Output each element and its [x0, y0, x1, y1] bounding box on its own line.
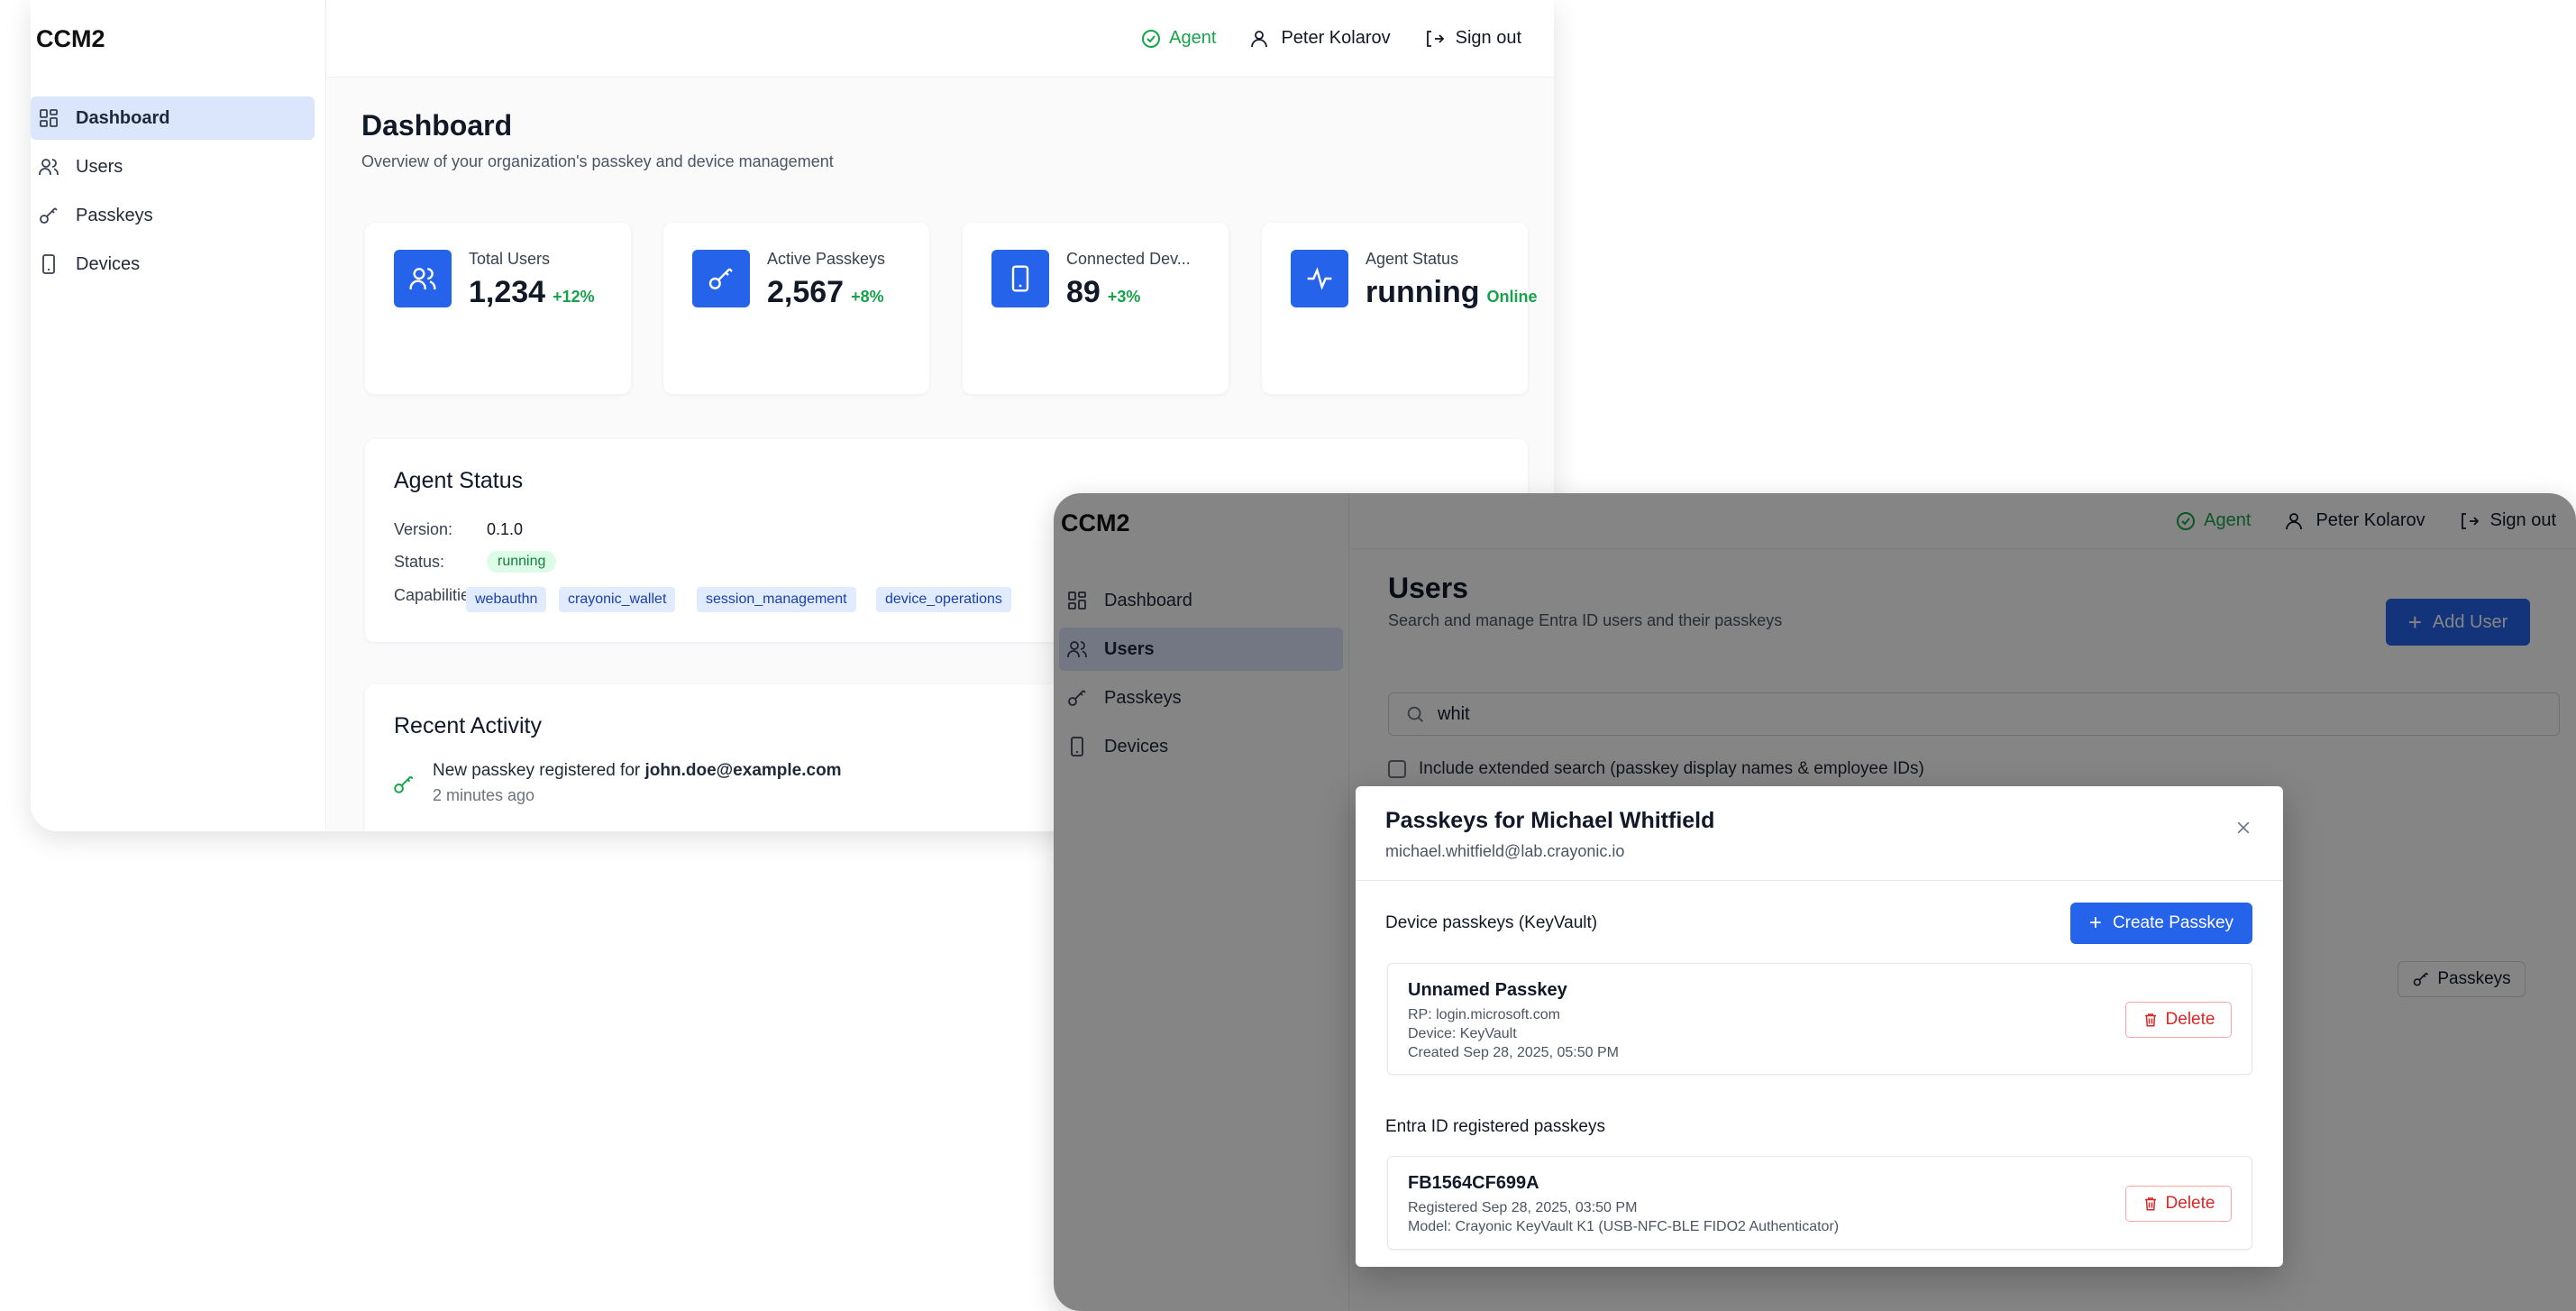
agent-status-link[interactable]: Agent [1140, 28, 1216, 50]
stat-label: Connected Dev... [1066, 250, 1191, 268]
activity-text: New passkey registered for john.doe@exam… [433, 761, 842, 781]
entra-section-title: Entra ID registered passkeys [1385, 1117, 1605, 1136]
passkey-name: Unnamed Passkey [1408, 980, 1567, 1000]
stat-delta: Online [1486, 288, 1538, 306]
delete-label: Delete [2165, 1194, 2215, 1213]
sidebar-item-passkeys[interactable]: Passkeys [31, 194, 315, 237]
modal-title: Passkeys for Michael Whitfield [1385, 808, 1715, 833]
status-badge: running [487, 551, 557, 573]
activity-time: 2 minutes ago [433, 786, 535, 804]
trash-icon [2144, 1197, 2156, 1211]
capability-badge: session_management [697, 587, 856, 612]
sidebar-item-label: Users [76, 156, 123, 177]
user-icon [1251, 30, 1268, 47]
stat-card-total-users: Total Users 1,234 +12% [365, 223, 631, 394]
create-passkey-label: Create Passkey [2112, 913, 2234, 932]
stat-card-connected-devices: Connected Dev... 89 +3% [963, 223, 1229, 394]
create-passkey-button[interactable]: + Create Passkey [2070, 903, 2252, 944]
section-title: Recent Activity [394, 713, 542, 738]
device-passkey-card: Unnamed Passkey RP: login.microsoft.com … [1387, 963, 2252, 1075]
trash-icon [2144, 1013, 2156, 1027]
page-subtitle: Overview of your organization's passkey … [361, 152, 834, 170]
delete-label: Delete [2165, 1010, 2215, 1029]
user-name: Peter Kolarov [1281, 28, 1391, 48]
key-icon [40, 207, 58, 224]
user-menu[interactable]: Peter Kolarov [1248, 28, 1391, 50]
delete-button[interactable]: Delete [2125, 1186, 2232, 1222]
stat-number: 89 [1066, 275, 1101, 309]
stat-card-active-passkeys: Active Passkeys 2,567 +8% [663, 223, 929, 394]
key-icon [394, 775, 414, 793]
passkey-registered: Registered Sep 28, 2025, 03:50 PM [1408, 1200, 1638, 1215]
users-icon [39, 159, 59, 175]
passkey-created: Created Sep 28, 2025, 05:50 PM [1408, 1045, 1619, 1060]
capability-badge: crayonic_wallet [559, 587, 676, 612]
sidebar-item-label: Devices [76, 253, 141, 274]
sidebar-item-users[interactable]: Users [31, 145, 315, 188]
divider [1356, 880, 2283, 881]
stat-value: running Online [1366, 275, 1538, 310]
stat-number: 2,567 [767, 275, 845, 309]
plus-icon: + [2088, 911, 2102, 935]
users-window: CCM2 Dashboard Users Passkeys Devices Ag… [1054, 493, 2576, 1311]
capability-badge: webauthn [466, 587, 547, 612]
sidebar-item-devices[interactable]: Devices [31, 243, 315, 286]
stat-card-agent-status: Agent Status running Online [1262, 223, 1538, 394]
sign-out-label: Sign out [1455, 28, 1521, 48]
close-icon [2237, 821, 2250, 834]
stat-delta: +12% [553, 288, 595, 306]
stat-label: Active Passkeys [767, 250, 886, 268]
passkey-device: Device: KeyVault [1408, 1026, 1517, 1041]
stat-value: 1,234 +12% [469, 275, 595, 310]
sidebar: CCM2 Dashboard Users Passkeys Devices [31, 0, 326, 831]
version-value: 0.1.0 [487, 520, 524, 538]
activity-prefix: New passkey registered for [433, 761, 645, 780]
device-section-title: Device passkeys (KeyVault) [1385, 913, 1598, 932]
capability-badge: device_operations [876, 587, 1011, 612]
agent-label: Agent [1169, 28, 1217, 48]
key-icon [692, 250, 750, 307]
sidebar-item-label: Dashboard [76, 107, 170, 128]
stat-delta: +8% [851, 288, 884, 306]
activity-email: john.doe@example.com [644, 761, 842, 780]
passkey-model: Model: Crayonic KeyVault K1 (USB-NFC-BLE… [1408, 1219, 1840, 1234]
stat-number: 1,234 [469, 275, 546, 309]
sidebar-item-dashboard[interactable]: Dashboard [31, 96, 315, 140]
activity-icon [1291, 250, 1348, 307]
stat-label: Total Users [469, 250, 551, 268]
check-circle-icon [1142, 29, 1161, 48]
sidebar-nav: Dashboard Users Passkeys Devices [31, 96, 315, 291]
users-icon [394, 250, 452, 307]
sidebar-item-label: Passkeys [76, 205, 153, 225]
entra-passkey-card: FB1564CF699A Registered Sep 28, 2025, 03… [1387, 1156, 2252, 1250]
device-icon [42, 254, 55, 274]
sign-out-button[interactable]: Sign out [1423, 28, 1521, 50]
modal-email: michael.whitfield@lab.crayonic.io [1385, 842, 1625, 860]
sign-out-icon [1426, 30, 1444, 47]
page-title: Dashboard [361, 109, 513, 142]
stat-value: 89 +3% [1066, 275, 1140, 310]
device-icon [991, 250, 1049, 307]
status-label: Status: [394, 553, 445, 571]
version-label: Version: [394, 520, 453, 538]
close-button[interactable] [2231, 815, 2256, 840]
dashboard-icon [40, 109, 58, 127]
app-logo: CCM2 [36, 25, 105, 52]
passkey-name: FB1564CF699A [1408, 1173, 1539, 1193]
stat-label: Agent Status [1366, 250, 1459, 268]
delete-button[interactable]: Delete [2125, 1002, 2232, 1038]
passkeys-modal: Passkeys for Michael Whitfield michael.w… [1356, 786, 2283, 1267]
stat-delta: +3% [1107, 288, 1141, 306]
top-bar: Agent Peter Kolarov Sign out [327, 0, 1554, 78]
section-title: Agent Status [394, 468, 524, 493]
stat-number: running [1366, 275, 1480, 309]
stat-value: 2,567 +8% [767, 275, 884, 310]
passkey-rp: RP: login.microsoft.com [1408, 1007, 1560, 1022]
